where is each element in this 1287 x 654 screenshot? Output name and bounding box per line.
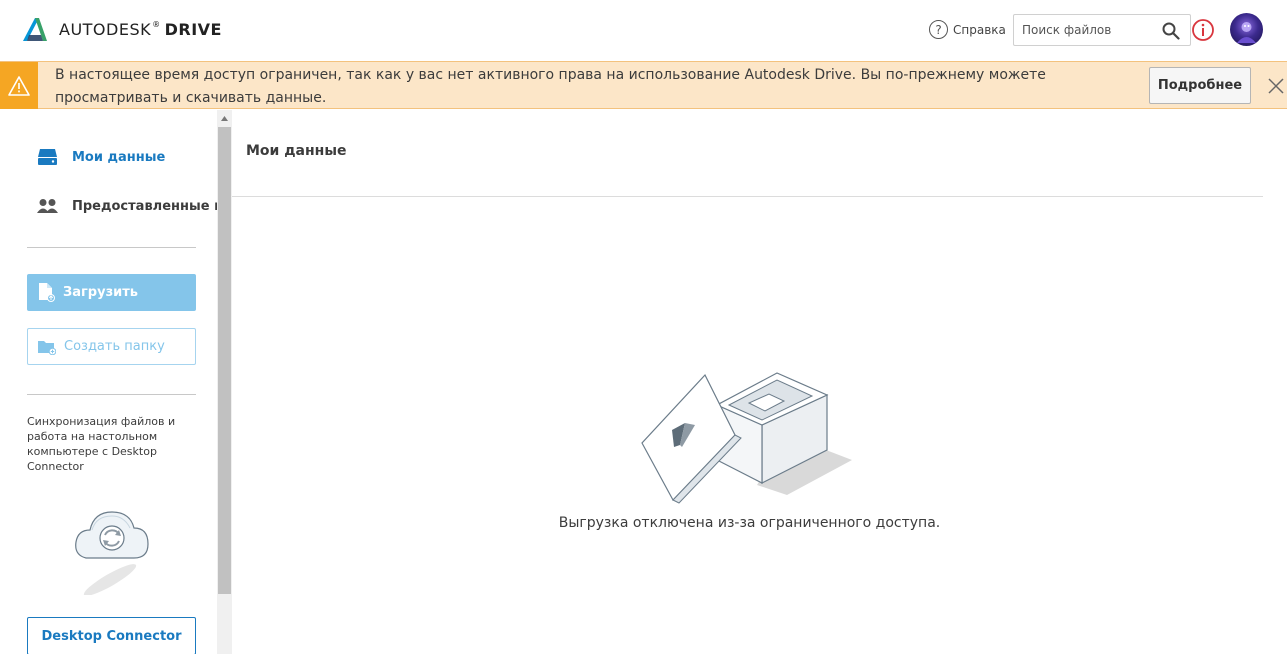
- empty-box-illustration: [641, 372, 852, 504]
- top-header: AUTODESK® DRIVE ? Справка: [0, 0, 1287, 61]
- help-label: Справка: [953, 22, 1006, 37]
- cloud-sync-icon: [75, 511, 149, 595]
- empty-state-message: Выгрузка отключена из-за ограниченного д…: [558, 515, 941, 531]
- title-divider: [232, 196, 1263, 197]
- upload-button[interactable]: Загрузить: [27, 274, 196, 311]
- product-name: DRIVE: [164, 20, 222, 39]
- autodesk-logo-icon: [23, 18, 47, 41]
- people-icon: [37, 199, 58, 213]
- warning-icon: [8, 75, 30, 96]
- add-folder-icon: [38, 340, 56, 355]
- sidebar-item-label: Предоставленные мне: [72, 198, 217, 214]
- create-folder-button[interactable]: Создать папку: [27, 328, 196, 365]
- scroll-thumb[interactable]: [218, 127, 231, 594]
- sidebar-item-shared-with-me[interactable]: Предоставленные мне: [37, 198, 217, 214]
- search-icon[interactable]: [1162, 22, 1180, 40]
- alert-circle-icon[interactable]: [1191, 18, 1215, 42]
- sync-description: Синхронизация файлов и работа на настоль…: [27, 415, 176, 473]
- help-icon: ?: [929, 20, 948, 39]
- avatar[interactable]: [1230, 13, 1263, 46]
- help-link[interactable]: ? Справка: [929, 20, 1006, 39]
- logo-text: AUTODESK® DRIVE: [59, 20, 222, 39]
- sidebar-divider: [27, 394, 196, 395]
- sidebar-item-my-data[interactable]: Мои данные: [37, 148, 165, 166]
- learn-more-button[interactable]: Подробнее: [1149, 67, 1251, 104]
- search-input[interactable]: [1014, 16, 1154, 44]
- close-icon[interactable]: [1266, 76, 1286, 96]
- search-box: [1013, 14, 1191, 46]
- restricted-access-banner: В настоящее время доступ ограничен, так …: [0, 61, 1287, 109]
- drive-icon: [38, 149, 57, 165]
- scroll-up-arrow[interactable]: [217, 110, 232, 127]
- sidebar: Мои данные Предоставленные мне Загрузить…: [0, 110, 217, 654]
- chevron-up-icon: [221, 116, 228, 121]
- sidebar-item-label: Мои данные: [72, 149, 166, 165]
- banner-warning-area: [0, 62, 38, 109]
- brand-registered-mark: ®: [152, 20, 161, 29]
- upload-button-label: Загрузить: [63, 285, 138, 300]
- upload-file-icon: [39, 283, 55, 302]
- brand-name: AUTODESK: [59, 20, 152, 39]
- avatar-image: [1237, 22, 1256, 43]
- app-logo[interactable]: AUTODESK® DRIVE: [23, 18, 222, 41]
- sidebar-divider: [27, 247, 196, 248]
- desktop-connector-button[interactable]: Desktop Connector: [27, 617, 196, 654]
- create-folder-label: Создать папку: [64, 339, 165, 354]
- page-title: Мои данные: [246, 143, 347, 159]
- main-content: Мои данные Выгрузка отключена из-за огра…: [232, 110, 1287, 654]
- sidebar-scrollbar[interactable]: [217, 110, 232, 654]
- banner-message: В настоящее время доступ ограничен, так …: [55, 67, 1046, 106]
